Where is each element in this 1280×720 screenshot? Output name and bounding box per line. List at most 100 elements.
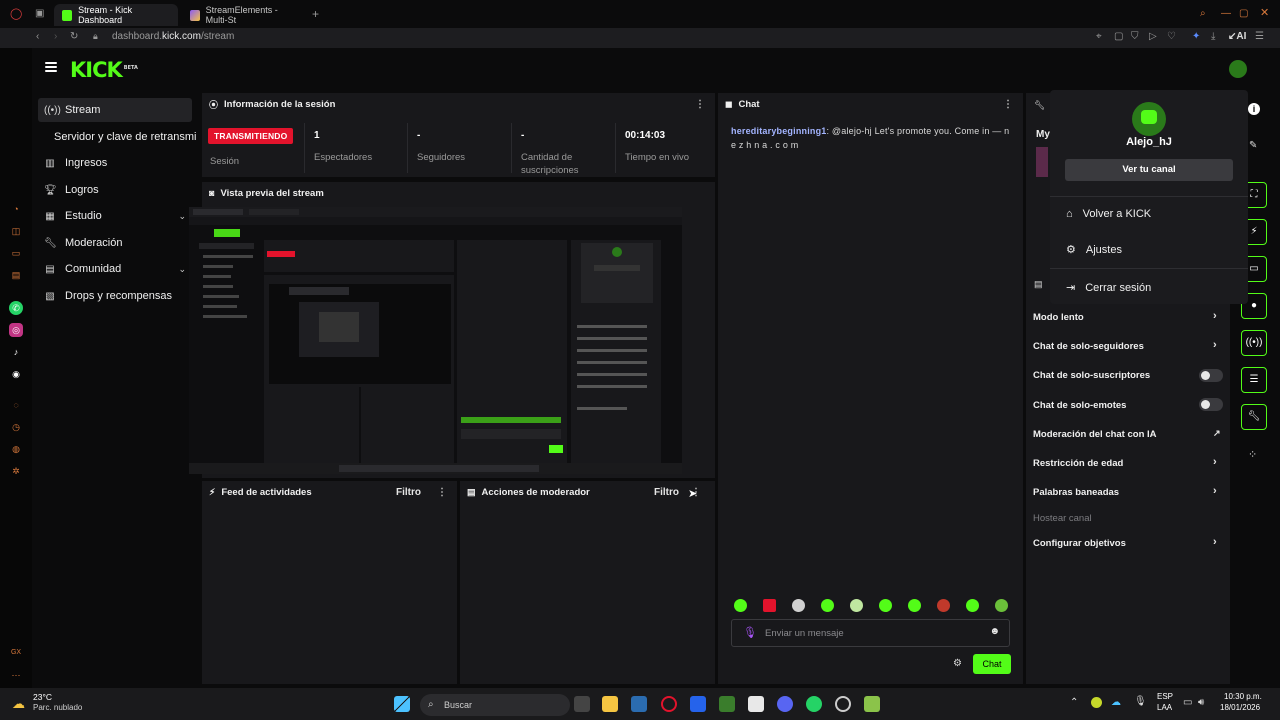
add-widget-icon[interactable]: ⁘ xyxy=(1248,448,1257,461)
sidebar-item-server-key[interactable]: Servidor y clave de retransmi xyxy=(48,125,208,149)
tiktok-icon[interactable]: ♪ xyxy=(9,345,23,359)
clock-time[interactable]: 10:30 p.m. xyxy=(1224,692,1262,701)
chevron-right-icon[interactable]: › xyxy=(1213,339,1217,351)
weather-temp[interactable]: 23°C xyxy=(33,692,52,702)
shield-icon[interactable]: ⛉ xyxy=(1131,32,1139,42)
weather-desc[interactable]: Parc. nublado xyxy=(33,703,82,712)
setting-followers-only[interactable]: Chat de solo-seguidores xyxy=(1033,341,1144,352)
setting-ai-moderation[interactable]: Moderación del chat con IA xyxy=(1033,429,1157,440)
kick-logo[interactable]: KICK BETA xyxy=(70,58,138,82)
app-blue-icon[interactable] xyxy=(690,696,706,712)
menu-icon[interactable]: ☰ xyxy=(1255,32,1264,42)
monitor-icon[interactable]: ▭ xyxy=(1183,697,1192,708)
info-icon[interactable]: i xyxy=(1248,103,1260,115)
chat-username[interactable]: hereditarybeginning1 xyxy=(731,126,827,136)
taskbar-search[interactable]: ⌕ Buscar xyxy=(420,694,570,716)
emote-icon[interactable] xyxy=(734,599,747,612)
setting-banned-words[interactable]: Palabras baneadas xyxy=(1033,487,1119,498)
rail-wrench-button[interactable]: 🔧︎ xyxy=(1241,404,1267,430)
microphone-icon[interactable]: 🎙︎ xyxy=(743,626,757,639)
file-explorer-icon[interactable] xyxy=(602,696,618,712)
microphone-icon[interactable]: 🎙︎ xyxy=(1134,696,1147,707)
menu-item-back-to-kick[interactable]: ⌂ Volver a KICK xyxy=(1066,208,1151,220)
sidebar-item-drops[interactable]: ▧ Drops y recompensas xyxy=(38,284,192,308)
pen-app-icon[interactable] xyxy=(631,696,647,712)
emotes-only-toggle[interactable] xyxy=(1199,398,1223,411)
edit-icon[interactable]: ✎ xyxy=(1249,140,1257,151)
menu-item-settings[interactable]: ⚙︎ Ajustes xyxy=(1066,243,1122,257)
emote-icon[interactable] xyxy=(792,599,805,612)
discord-icon[interactable] xyxy=(777,696,793,712)
ai-button[interactable]: ↙AI xyxy=(1228,32,1246,42)
snapshot-icon[interactable]: ▢ xyxy=(1114,32,1123,42)
task-view-icon[interactable] xyxy=(574,696,590,712)
sidebar-item-estudio[interactable]: ▦ Estudio ⌄ xyxy=(38,204,192,228)
minecraft-icon[interactable] xyxy=(719,696,735,712)
instagram-icon[interactable]: ◎ xyxy=(9,323,23,337)
reload-icon[interactable]: ↻ xyxy=(70,32,78,42)
search-tabs-icon[interactable]: ⌕ xyxy=(1200,9,1206,19)
forward-icon[interactable]: › xyxy=(54,32,57,42)
discord-icon[interactable]: ◉ xyxy=(9,367,23,381)
language-code[interactable]: ESP xyxy=(1157,692,1173,701)
player-icon[interactable]: ◌ xyxy=(9,398,23,412)
emote-icon[interactable] xyxy=(908,599,921,612)
chevron-up-icon[interactable]: ⌃ xyxy=(1070,697,1078,708)
chevron-right-icon[interactable]: › xyxy=(1213,485,1217,497)
play-icon[interactable]: ▷ xyxy=(1149,32,1157,42)
maximize-icon[interactable]: ▢ xyxy=(1239,9,1248,19)
chevron-right-icon[interactable]: › xyxy=(1213,310,1217,322)
whatsapp-icon[interactable]: ✆ xyxy=(9,301,23,315)
plus-icon[interactable]: + xyxy=(312,8,319,20)
gx-icon[interactable]: GX xyxy=(9,646,23,660)
workspaces-icon[interactable]: ▣ xyxy=(35,9,44,19)
send-chat-button[interactable]: Chat xyxy=(973,654,1011,674)
settings-icon[interactable]: ✲ xyxy=(9,464,23,478)
download-icon[interactable]: ⤓ xyxy=(1211,32,1215,42)
tab-streamelements[interactable]: StreamElements - Multi-St xyxy=(182,4,306,26)
sidebar-item-ingresos[interactable]: ▥ Ingresos xyxy=(38,151,192,175)
setting-age-restriction[interactable]: Restricción de edad xyxy=(1033,458,1123,469)
opera-logo-icon[interactable]: ◯ xyxy=(10,9,22,20)
more-icon[interactable]: ⋯ xyxy=(9,668,23,682)
avatar[interactable] xyxy=(1229,60,1247,78)
emote-icon[interactable] xyxy=(995,599,1008,612)
minimize-icon[interactable]: — xyxy=(1221,9,1231,19)
sidebar-item-logros[interactable]: 🏆︎ Logros xyxy=(38,178,192,202)
language-layout[interactable]: LAA xyxy=(1157,703,1172,712)
obs-icon[interactable] xyxy=(835,696,851,712)
emote-icon[interactable] xyxy=(850,599,863,612)
url-field[interactable]: dashboard.kick.com/stream xyxy=(112,31,234,42)
whatsapp-icon[interactable] xyxy=(806,696,822,712)
stream-preview-video[interactable] xyxy=(189,207,682,474)
cloud-icon[interactable]: ☁︎ xyxy=(1111,697,1121,708)
rail-broadcast-button[interactable]: ((•)) xyxy=(1241,330,1267,356)
chat-bubble-icon[interactable]: ◍ xyxy=(9,442,23,456)
view-channel-button[interactable]: Ver tu canal xyxy=(1065,159,1233,181)
emote-icon[interactable] xyxy=(821,599,834,612)
emote-icon[interactable] xyxy=(763,599,776,612)
tab-kick-dashboard[interactable]: Stream - Kick Dashboard xyxy=(54,4,178,26)
sidebar-item-comunidad[interactable]: ▤ Comunidad ⌄ xyxy=(38,257,192,281)
emote-icon[interactable] xyxy=(937,599,950,612)
opera-gx-icon[interactable] xyxy=(661,696,677,712)
clock-icon[interactable]: ◷ xyxy=(9,420,23,434)
back-icon[interactable]: ‹ xyxy=(36,32,39,42)
emote-icon[interactable] xyxy=(966,599,979,612)
pin-icon[interactable]: ⌖ xyxy=(1096,32,1102,42)
tray-app-icon[interactable] xyxy=(1091,697,1102,708)
setting-slow-mode[interactable]: Modo lento xyxy=(1033,312,1084,323)
sidebar-item-moderacion[interactable]: 🔧︎ Moderación xyxy=(38,231,192,255)
notepad-icon[interactable] xyxy=(748,696,764,712)
emoji-icon[interactable]: ☻ xyxy=(989,626,1000,637)
history-icon[interactable]: ◔ xyxy=(9,202,23,216)
more-options-icon[interactable]: ⋮ xyxy=(437,487,447,498)
wallet-icon[interactable]: ▭ xyxy=(9,246,23,260)
sidebar-item-stream[interactable]: ((•)) Stream xyxy=(38,98,192,122)
more-options-icon[interactable]: ⋮ xyxy=(695,99,705,110)
emote-icon[interactable] xyxy=(879,599,892,612)
chat-message-input[interactable]: 🎙︎ Enviar un mensaje ☻ xyxy=(731,619,1010,647)
gear-icon[interactable]: ⚙︎ xyxy=(953,658,962,669)
filter-button[interactable]: Filtro xyxy=(654,487,679,498)
weather-icon[interactable]: ☁︎ xyxy=(12,696,25,712)
